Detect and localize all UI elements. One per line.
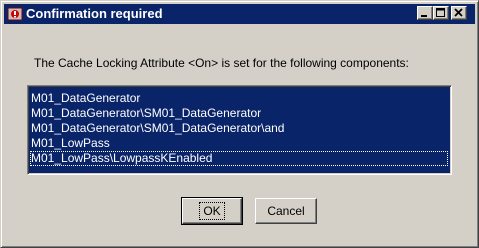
app-warning-icon	[7, 6, 23, 22]
list-item[interactable]: M01_DataGenerator\SM01_DataGenerator	[30, 106, 451, 121]
message-text: The Cache Locking Attribute <On> is set …	[34, 56, 409, 70]
window-title: Confirmation required	[26, 6, 163, 21]
maximize-icon	[436, 8, 445, 17]
list-item[interactable]: M01_DataGenerator\SM01_DataGenerator\and	[30, 121, 451, 136]
confirmation-dialog: Confirmation required The Cache Locking …	[0, 0, 479, 248]
maximize-button[interactable]	[433, 6, 449, 20]
list-item[interactable]: M01_DataGenerator	[30, 91, 451, 106]
components-listbox[interactable]: M01_DataGenerator M01_DataGenerator\SM01…	[27, 85, 452, 175]
ok-button-label: OK	[199, 202, 225, 220]
minimize-icon	[421, 15, 427, 17]
list-item[interactable]: M01_LowPass	[30, 136, 451, 151]
list-item[interactable]: M01_LowPass\LowpassKEnabled	[30, 151, 448, 166]
ok-button[interactable]: OK	[181, 197, 243, 225]
close-icon	[454, 8, 463, 17]
cancel-button[interactable]: Cancel	[255, 198, 317, 224]
title-bar[interactable]: Confirmation required	[4, 4, 475, 24]
minimize-button[interactable]	[417, 6, 433, 20]
close-button[interactable]	[451, 6, 467, 20]
